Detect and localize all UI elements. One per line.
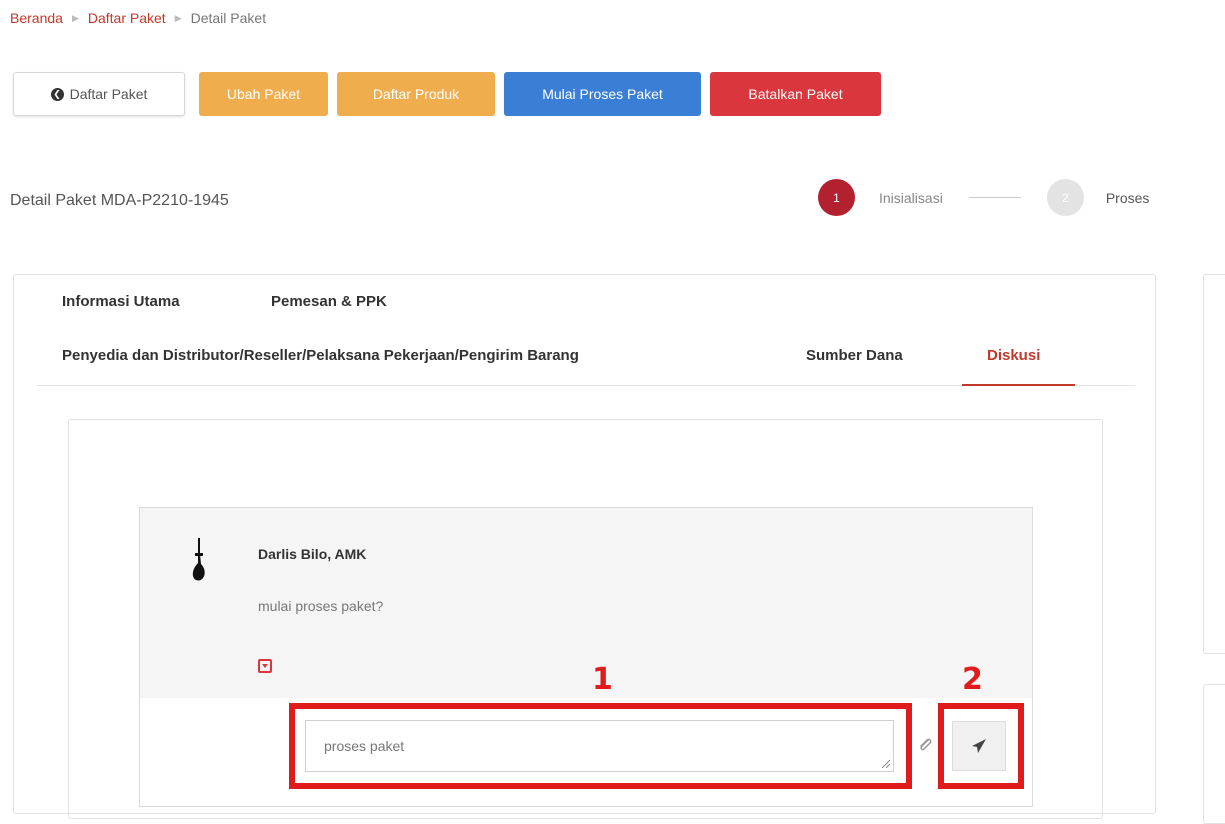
step-2-label: Proses [1105,189,1150,206]
breadcrumb: Beranda ▶ Daftar Paket ▶ Detail Paket [10,10,266,26]
action-toolbar: ❮ Daftar Paket Ubah Paket Daftar Produk … [13,72,890,116]
product-list-button[interactable]: Daftar Produk [337,72,495,116]
arrow-left-circle-icon: ❮ [50,87,64,101]
annotation-box-1 [289,703,912,789]
progress-stepper: 1 Inisialisasi 2 Proses [818,179,1149,216]
paperclip-icon[interactable] [918,736,932,754]
cancel-package-button[interactable]: Batalkan Paket [710,72,881,116]
side-panel [1203,274,1225,654]
breadcrumb-home[interactable]: Beranda [10,10,63,26]
annotation-label-2: 2 [962,662,983,697]
comment-text: mulai proses paket? [258,598,384,614]
page-title: Detail Paket MDA-P2210-1945 [10,192,229,209]
tab-orderer[interactable]: Pemesan & PPK [271,293,387,310]
tab-provider[interactable]: Penyedia dan Distributor/Reseller/Pelaks… [62,347,579,364]
back-to-list-button[interactable]: ❮ Daftar Paket [13,72,185,116]
expand-caret-icon[interactable] [258,659,272,673]
step-1-indicator: 1 [818,179,855,216]
breadcrumb-separator-icon: ▶ [71,12,79,23]
step-2-indicator: 2 [1046,179,1084,216]
annotation-box-2 [938,703,1024,789]
breadcrumb-list[interactable]: Daftar Paket [88,10,166,26]
tab-main-info[interactable]: Informasi Utama [62,293,180,310]
edit-package-button[interactable]: Ubah Paket [199,72,328,116]
tab-funding[interactable]: Sumber Dana [806,347,903,364]
tab-discussion[interactable]: Diskusi [987,347,1040,364]
comment-author: Darlis Bilo, AMK [258,546,367,562]
step-1-label: Inisialisasi [879,189,943,206]
back-button-label: Daftar Paket [69,86,148,102]
avatar [192,538,205,581]
start-process-button[interactable]: Mulai Proses Paket [504,72,701,116]
side-panel-lower [1203,684,1225,824]
active-tab-indicator [962,384,1075,386]
breadcrumb-separator-icon: ▶ [174,12,182,23]
annotation-label-1: 1 [592,662,613,697]
step-connector [968,197,1021,198]
breadcrumb-current: Detail Paket [190,10,267,26]
